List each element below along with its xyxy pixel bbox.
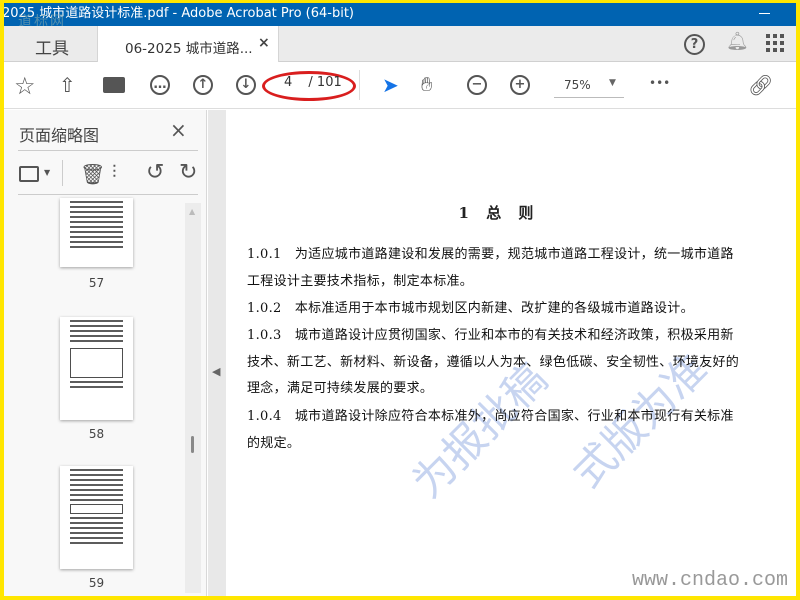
text-line: 1.0.1 为适应城市道路建设和发展的需要，规范城市道路工程设计，统一城市道路	[247, 247, 734, 262]
text-line: 1.0.2 本标准适用于本市城市规划区内新建、改扩建的各级城市道路设计。	[247, 301, 694, 316]
site-watermark: www.cndao.com	[631, 569, 788, 592]
bell-icon[interactable]: 🔔︎	[726, 31, 749, 52]
page-thumbnail-57[interactable]	[60, 198, 133, 267]
tab-close-button[interactable]: ×	[258, 35, 270, 51]
tab-document[interactable]: 06-2025 城市道路... ×	[97, 26, 279, 62]
divider	[62, 160, 63, 186]
panel-close-button[interactable]: ×	[170, 118, 187, 142]
text-line: 理念，满足可持续发展的要求。	[247, 381, 434, 396]
page-thumbnail-59[interactable]	[60, 466, 133, 569]
zoom-out-icon[interactable]: −	[467, 75, 487, 95]
scrollbar-thumb[interactable]	[191, 436, 194, 453]
thumbnail-label: 57	[88, 276, 105, 290]
page-thumbnail-58[interactable]	[60, 317, 133, 420]
thumbnail-scrollbar[interactable]: ▲	[185, 203, 201, 593]
current-page[interactable]: 4	[284, 75, 292, 90]
page-number-field[interactable]: 4 / 101	[284, 75, 342, 90]
rotate-right-icon[interactable]: ↻	[179, 160, 197, 185]
star-icon[interactable]: ☆	[14, 72, 36, 100]
help-icon[interactable]: ?	[684, 34, 705, 55]
chevron-down-icon[interactable]: ▼	[44, 168, 50, 177]
tab-tools[interactable]: 工具	[35, 34, 69, 59]
scroll-up-icon[interactable]: ▲	[189, 207, 195, 216]
divider	[359, 70, 360, 100]
zoom-select[interactable]: 75% ▼	[554, 74, 624, 98]
trash-icon[interactable]: 🗑︎	[80, 162, 105, 186]
text-line: 工程设计主要技术指标，制定本标准。	[247, 274, 474, 289]
apps-grid-icon[interactable]	[766, 34, 784, 52]
thumbnails-panel: 页面缩略图 × ▼ 🗑︎ ⫶ ↺ ↻ 57 58 59 ▲	[4, 110, 207, 596]
search-zoom-icon[interactable]: …	[150, 75, 170, 95]
divider	[18, 150, 198, 151]
text-line: 1.0.4 城市道路设计除应符合本标准外，尚应符合国家、行业和本市现行有关标准	[247, 409, 734, 424]
chevron-down-icon: ▼	[609, 78, 616, 88]
panel-splitter[interactable]: ◀	[208, 110, 226, 596]
page-up-icon[interactable]: ↑	[193, 75, 213, 95]
toolbar: ☆ ⇧ … ↑ ↓ 4 / 101 ➤ ✋︎ − + 75% ▼ ••• 🔗︎	[4, 62, 796, 109]
hand-icon[interactable]: ✋︎	[421, 72, 432, 96]
tab-bar: 工具 06-2025 城市道路... × ? 🔔︎	[4, 26, 796, 62]
minimize-button[interactable]	[759, 13, 770, 14]
panel-title: 页面缩略图	[19, 126, 100, 145]
rotate-left-icon[interactable]: ↺	[146, 160, 164, 185]
options-list-icon[interactable]	[19, 166, 39, 182]
share-link-icon[interactable]: 🔗︎	[748, 73, 773, 97]
print-icon[interactable]	[103, 77, 125, 93]
text-line: 技术、新工艺、新材料、新设备，遵循以人为本、绿色低碳、安全韧性、环境友好的	[247, 355, 740, 370]
document-page: 为报批稿 式版为准 1 总 则 1.0.1 为适应城市道路建设和发展的需要，规范…	[226, 110, 796, 596]
thumbnail-label: 58	[88, 427, 105, 441]
acrobat-window: 2025 城市道路设计标准.pdf - Adobe Acrobat Pro (6…	[4, 3, 796, 596]
text-line: 的规定。	[247, 436, 301, 451]
thumbnail-label: 59	[88, 576, 105, 590]
cloud-upload-icon[interactable]: ⇧	[59, 73, 76, 97]
zoom-in-icon[interactable]: +	[510, 75, 530, 95]
text-line: 1.0.3 城市道路设计应贯彻国家、行业和本市的有关技术和经济政策，积极采用新	[247, 328, 734, 343]
insert-page-icon[interactable]: ⫶	[112, 162, 117, 183]
title-bar: 2025 城市道路设计标准.pdf - Adobe Acrobat Pro (6…	[4, 3, 796, 29]
select-cursor-icon[interactable]: ➤	[382, 73, 399, 97]
more-tools-button[interactable]: •••	[649, 76, 670, 90]
total-pages: / 101	[308, 75, 342, 90]
zoom-value: 75%	[564, 78, 591, 92]
tab-document-label: 06-2025 城市道路...	[125, 41, 253, 57]
divider	[18, 194, 198, 195]
page-down-icon[interactable]: ↓	[236, 75, 256, 95]
chapter-heading: 1 总 则	[458, 204, 534, 222]
collapse-panel-icon[interactable]: ◀	[212, 365, 220, 378]
